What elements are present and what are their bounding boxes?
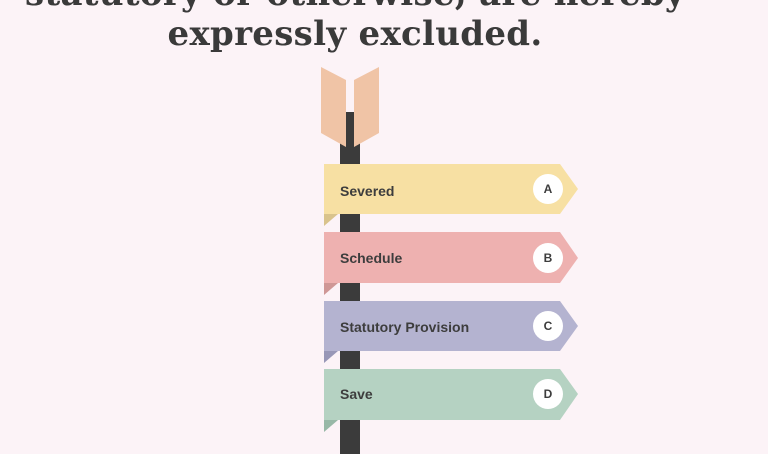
option-b-label[interactable]: Schedule <box>340 250 402 266</box>
option-a-letter-badge[interactable]: A <box>533 174 563 204</box>
option-c-label[interactable]: Statutory Provision <box>340 319 469 335</box>
option-b-letter-badge[interactable]: B <box>533 243 563 273</box>
option-c-letter-badge[interactable]: C <box>533 311 563 341</box>
option-a-label[interactable]: Severed <box>340 183 394 199</box>
option-d-letter-badge[interactable]: D <box>533 379 563 409</box>
signpost <box>321 67 578 454</box>
option-d-label[interactable]: Save <box>340 386 373 402</box>
